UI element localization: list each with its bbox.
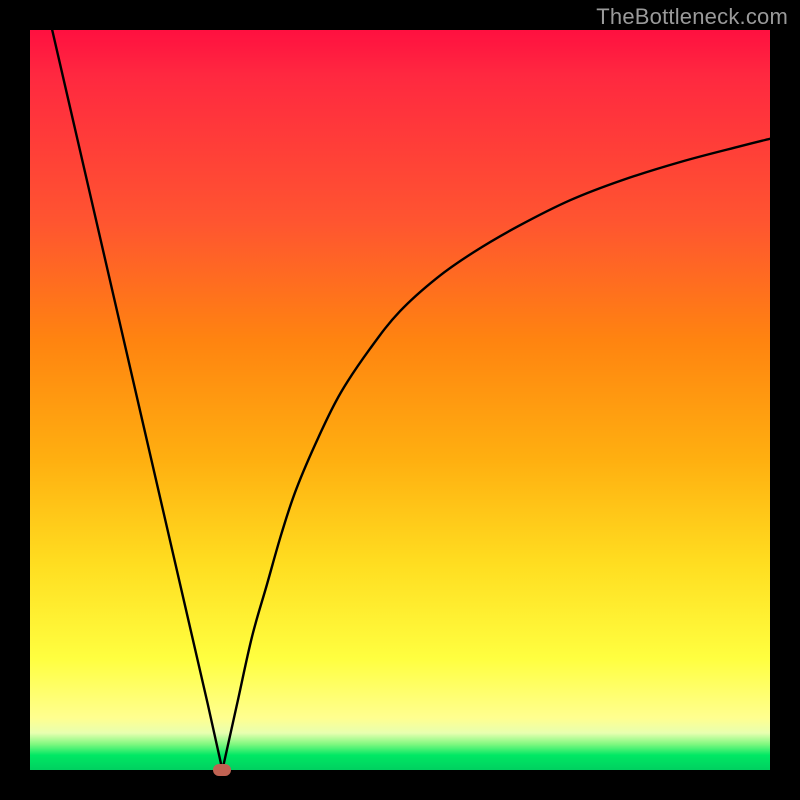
- plot-area: [30, 30, 770, 770]
- watermark-text: TheBottleneck.com: [596, 4, 788, 30]
- optimum-marker: [213, 764, 231, 776]
- bottleneck-curve: [30, 30, 770, 770]
